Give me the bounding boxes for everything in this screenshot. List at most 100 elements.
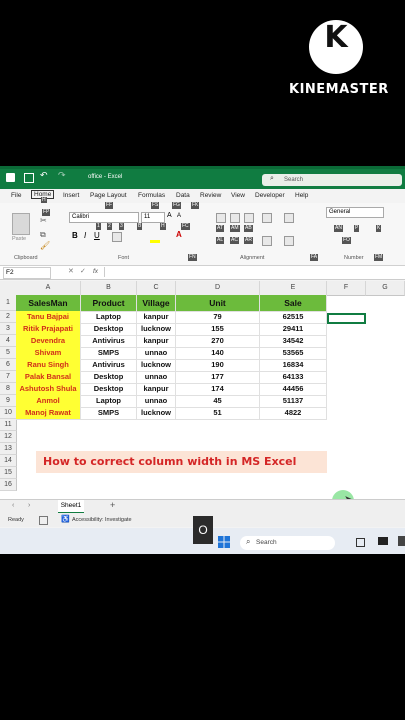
keytip-fk: FK (191, 202, 200, 209)
number-format-select[interactable]: General (326, 207, 384, 218)
data-cell[interactable]: 51 (176, 407, 260, 420)
paste-icon[interactable] (12, 213, 30, 235)
orientation-icon[interactable] (262, 213, 272, 223)
enter-icon[interactable]: ✓ (80, 267, 86, 275)
row-header-9[interactable]: 9 (0, 395, 17, 407)
status-ready: Ready (8, 517, 24, 523)
data-cell[interactable]: lucknow (137, 407, 176, 420)
row-header-13[interactable]: 13 (0, 443, 17, 455)
borders-icon[interactable] (112, 232, 122, 242)
align-top-icon[interactable] (216, 213, 226, 223)
menu-data[interactable]: Data (176, 192, 190, 199)
increase-font-icon[interactable]: A (167, 212, 172, 219)
excel-window: ↶ ↷ office - Excel ⌕ Search File Home In… (0, 166, 405, 554)
header-cell-product[interactable]: Product (81, 295, 137, 312)
column-header-g[interactable]: G (366, 281, 405, 296)
menu-insert[interactable]: Insert (63, 192, 79, 199)
menu-file[interactable]: File (11, 192, 21, 199)
taskbar-search[interactable]: ⌕ Search (240, 536, 335, 550)
column-header-b[interactable]: B (81, 281, 137, 296)
name-box[interactable]: F2 (3, 267, 51, 279)
row-header-3[interactable]: 3 (0, 323, 17, 335)
title-bar: ↶ ↷ office - Excel ⌕ Search (0, 166, 405, 189)
menu-view[interactable]: View (231, 192, 245, 199)
decrease-indent-icon[interactable] (262, 236, 272, 246)
prev-sheet-icon[interactable]: ‹ (12, 502, 14, 509)
cut-icon[interactable]: ✂ (40, 216, 47, 225)
menu-formulas[interactable]: Formulas (138, 192, 165, 199)
format-painter-icon[interactable]: 🖌 (40, 241, 50, 250)
keytip-ac: AC (230, 237, 239, 244)
cancel-icon[interactable]: ✕ (68, 267, 74, 275)
header-cell-sale[interactable]: Sale (260, 295, 327, 312)
task-view-icon[interactable] (356, 538, 365, 547)
menu-developer[interactable]: Developer (255, 192, 285, 199)
row-header-15[interactable]: 15 (0, 467, 17, 479)
header-cell-village[interactable]: Village (137, 295, 176, 312)
terminal-icon[interactable] (378, 537, 388, 545)
data-cell[interactable]: 4822 (260, 407, 327, 420)
font-size-select[interactable]: 11 (141, 212, 165, 223)
menu-review[interactable]: Review (200, 192, 221, 199)
paste-label: Paste (12, 236, 27, 242)
row-header-7[interactable]: 7 (0, 371, 17, 383)
column-header-f[interactable]: F (327, 281, 366, 296)
macro-record-icon[interactable] (39, 516, 48, 525)
row-header-5[interactable]: 5 (0, 347, 17, 359)
row-header-8[interactable]: 8 (0, 383, 17, 395)
copy-icon[interactable]: ⧉ (40, 230, 46, 240)
menu-page-layout[interactable]: Page Layout (90, 192, 127, 199)
column-header-e[interactable]: E (260, 281, 327, 296)
row-header-12[interactable]: 12 (0, 431, 17, 443)
align-middle-icon[interactable] (230, 213, 240, 223)
fx-icon[interactable]: fx (93, 268, 98, 275)
merge-center-icon[interactable] (284, 236, 294, 246)
fill-color-icon[interactable] (150, 240, 160, 243)
keytip-1: 1 (96, 223, 101, 230)
row-header-10[interactable]: 10 (0, 407, 17, 419)
row-header-1[interactable]: 1 (0, 295, 17, 311)
add-sheet-icon[interactable]: + (110, 500, 115, 510)
app-icon[interactable] (398, 536, 405, 546)
redo-icon[interactable]: ↷ (58, 170, 66, 181)
row-header-16[interactable]: 16 (0, 479, 17, 491)
header-cell-salesman[interactable]: SalesMan (16, 295, 81, 312)
italic-icon[interactable]: I (84, 231, 86, 240)
keytip-k: K (376, 225, 382, 232)
align-bottom-icon[interactable] (244, 213, 254, 223)
column-header-d[interactable]: D (176, 281, 260, 296)
search-icon: ⌕ (270, 175, 274, 182)
next-sheet-icon[interactable]: › (28, 502, 30, 509)
formula-input[interactable] (104, 267, 403, 277)
row-header-11[interactable]: 11 (0, 419, 17, 431)
search-placeholder: Search (284, 177, 304, 183)
data-cell[interactable]: SMPS (81, 407, 137, 420)
row-header-14[interactable]: 14 (0, 455, 17, 467)
accessibility-icon[interactable]: ♿ (61, 515, 70, 523)
status-accessibility[interactable]: Accessibility: Investigate (72, 517, 132, 523)
autosave-icon[interactable] (24, 173, 34, 183)
bold-icon[interactable]: B (72, 231, 78, 240)
menu-help[interactable]: Help (295, 192, 308, 199)
font-color-icon[interactable]: A (176, 230, 182, 239)
select-all-corner[interactable] (0, 281, 17, 296)
row-header-6[interactable]: 6 (0, 359, 17, 371)
header-cell-unit[interactable]: Unit (176, 295, 260, 312)
underline-icon[interactable]: U (94, 231, 100, 240)
keytip-fa: FA (310, 254, 319, 261)
data-cell[interactable]: Manoj Rawat (16, 407, 81, 420)
undo-icon[interactable]: ↶ (40, 170, 48, 181)
windows-start-icon[interactable] (218, 536, 230, 548)
row-header-4[interactable]: 4 (0, 335, 17, 347)
font-name-select[interactable]: Calibri (69, 212, 139, 223)
sheet-tab-sheet1[interactable]: Sheet1 (58, 500, 84, 514)
wrap-text-icon[interactable] (284, 213, 294, 223)
decrease-font-icon[interactable]: A (177, 213, 181, 219)
keytip-fs: FS (151, 202, 160, 209)
column-header-c[interactable]: C (137, 281, 176, 296)
search-input[interactable]: ⌕ Search (262, 174, 402, 186)
active-cell-f2[interactable] (327, 313, 366, 324)
row-header-2[interactable]: 2 (0, 311, 17, 323)
banner-text: How to correct column width in MS Excel (43, 455, 297, 468)
column-header-a[interactable]: A (16, 281, 81, 296)
